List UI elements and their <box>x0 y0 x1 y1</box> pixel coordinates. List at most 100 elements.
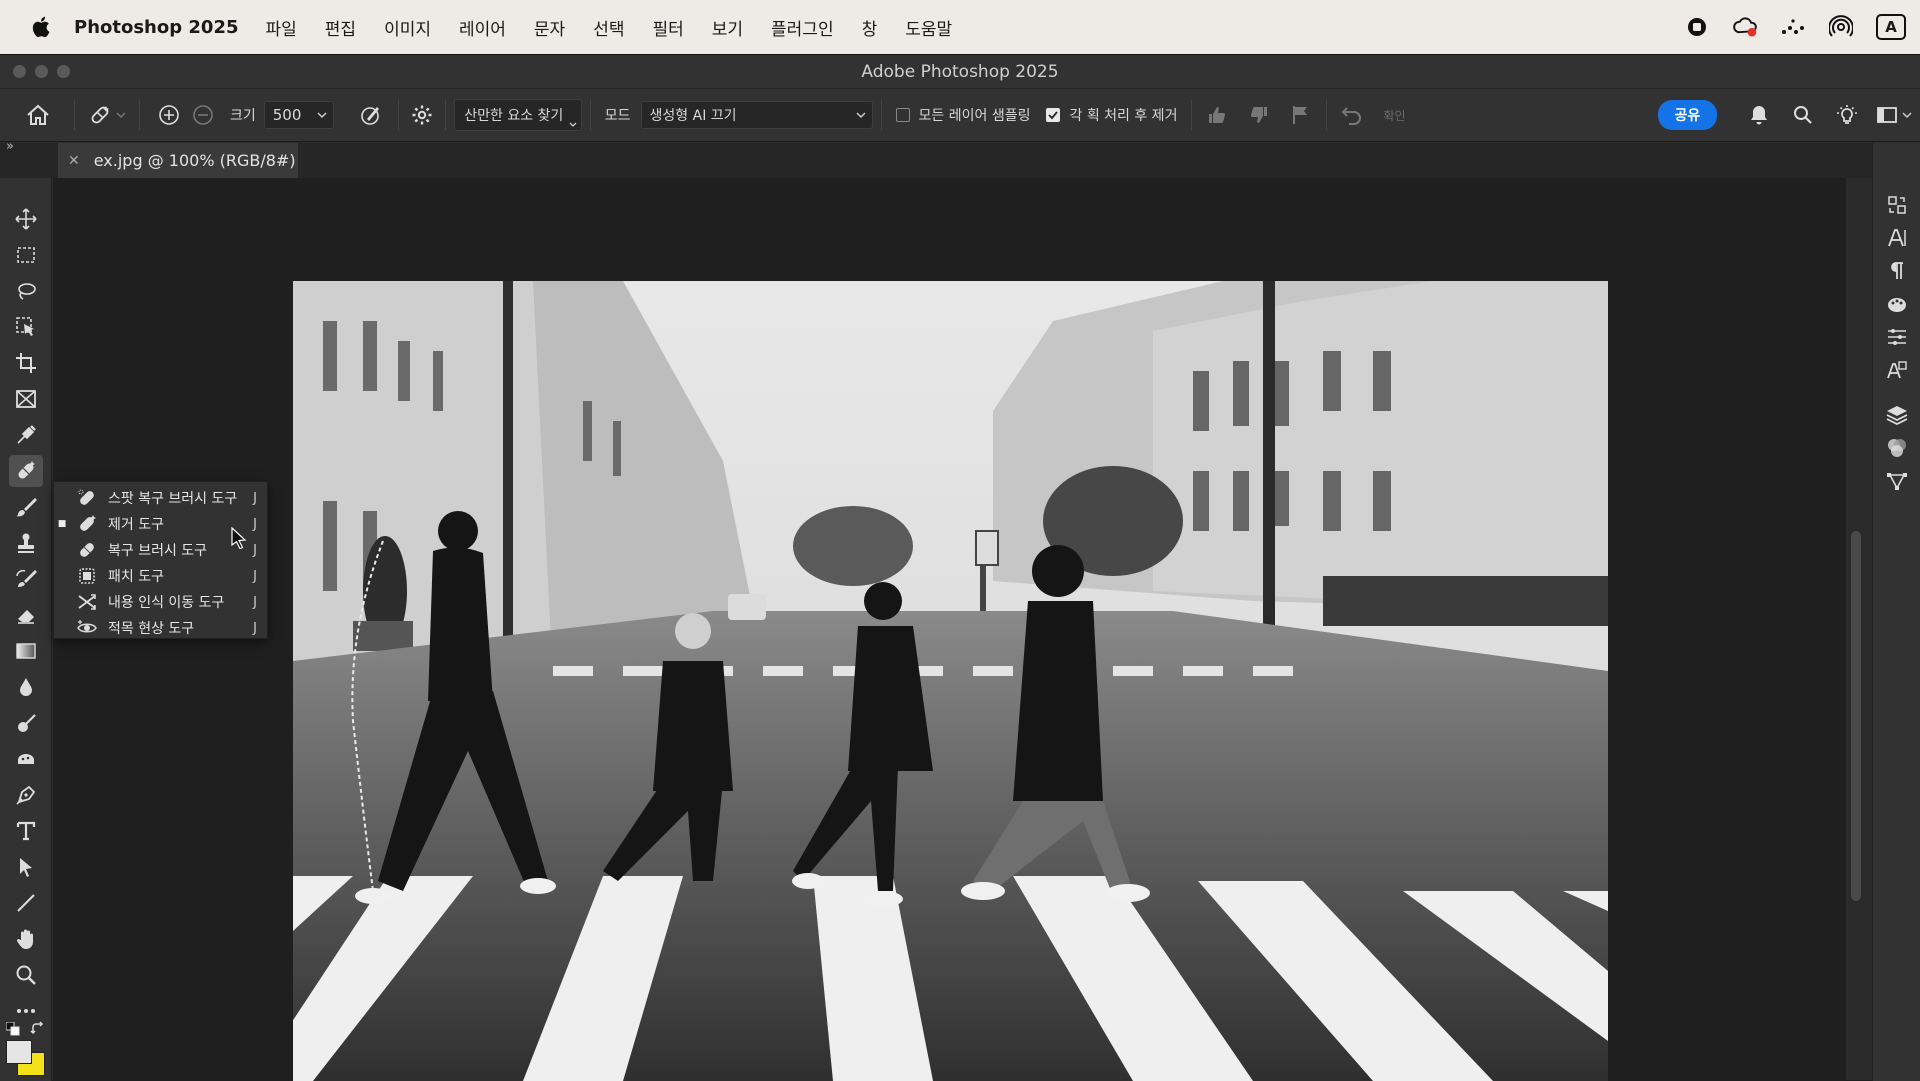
dodge-tool[interactable] <box>9 707 43 739</box>
pen-tool[interactable] <box>9 779 43 811</box>
creative-cloud-icon[interactable] <box>1732 14 1758 40</box>
menu-type[interactable]: 문자 <box>534 15 565 40</box>
zoom-window-button[interactable] <box>57 65 70 78</box>
marquee-tool[interactable] <box>9 239 43 271</box>
close-window-button[interactable] <box>13 65 26 78</box>
history-panel-icon[interactable] <box>1885 193 1909 217</box>
options-separator <box>589 100 591 130</box>
menu-select[interactable]: 선택 <box>593 15 624 40</box>
canvas-area[interactable] <box>53 178 1861 1081</box>
search-icon[interactable] <box>1787 100 1819 130</box>
default-colors-icon[interactable] <box>5 1021 20 1036</box>
chevron-down-icon <box>569 122 577 127</box>
zoom-tool[interactable] <box>9 959 43 991</box>
menu-filter[interactable]: 필터 <box>652 15 683 40</box>
lasso-tool[interactable] <box>9 275 43 307</box>
right-panel-dock <box>1872 143 1920 1081</box>
frame-tool[interactable] <box>9 383 43 415</box>
glyphs-panel-icon[interactable] <box>1885 358 1909 382</box>
flag-icon[interactable] <box>1284 100 1318 130</box>
menu-plugins[interactable]: 플러그인 <box>771 15 834 40</box>
lightbulb-icon[interactable] <box>1831 100 1863 130</box>
spot-healing-brush-icon <box>76 488 98 508</box>
options-separator <box>444 100 446 130</box>
eyedropper-tool[interactable] <box>9 419 43 451</box>
workspace-icon[interactable] <box>1873 100 1915 130</box>
clone-stamp-tool[interactable] <box>9 527 43 559</box>
sample-all-layers-checkbox[interactable] <box>895 108 910 122</box>
foreground-color-swatch[interactable] <box>6 1040 32 1064</box>
record-icon[interactable] <box>1684 14 1710 40</box>
minimize-window-button[interactable] <box>35 65 48 78</box>
line-tool[interactable] <box>9 887 43 919</box>
remove-tool[interactable] <box>9 455 43 487</box>
chevron-down-icon <box>856 112 866 119</box>
document-tab[interactable]: ✕ ex.jpg @ 100% (RGB/8#) <box>58 143 298 178</box>
character-panel-icon[interactable] <box>1885 226 1909 250</box>
eraser-tool[interactable] <box>9 599 43 631</box>
home-button[interactable] <box>24 101 52 129</box>
gear-icon[interactable] <box>407 100 437 130</box>
input-source-icon[interactable]: A <box>1876 14 1906 40</box>
swap-colors-icon[interactable] <box>30 1021 46 1037</box>
remove-after-stroke-checkbox[interactable] <box>1046 108 1061 122</box>
history-brush-tool[interactable] <box>9 563 43 595</box>
share-label: 공유 <box>1674 108 1701 124</box>
type-tool[interactable] <box>9 815 43 847</box>
flyout-item-spot-healing-brush[interactable]: 스팟 복구 브러시 도구 J <box>54 485 267 511</box>
flyout-item-patch-tool[interactable]: 패치 도구 J <box>54 563 267 589</box>
subtract-from-stroke-button[interactable] <box>188 100 218 130</box>
layers-panel-icon[interactable] <box>1885 403 1909 427</box>
menu-view[interactable]: 보기 <box>712 15 743 40</box>
menu-file[interactable]: 파일 <box>266 15 297 40</box>
channels-panel-icon[interactable] <box>1885 436 1909 460</box>
gradient-tool[interactable] <box>9 635 43 667</box>
move-tool[interactable] <box>9 203 43 235</box>
brush-size-field[interactable]: 500 <box>263 101 334 129</box>
color-panel-icon[interactable] <box>1885 292 1909 316</box>
close-tab-icon[interactable]: ✕ <box>68 153 80 169</box>
path-selection-tool[interactable] <box>9 851 43 883</box>
flyout-item-content-aware-move[interactable]: 내용 인식 이동 도구 J <box>54 589 267 615</box>
hand-tool[interactable] <box>9 923 43 955</box>
blur-tool[interactable] <box>9 671 43 703</box>
healing-brush-icon <box>76 540 98 560</box>
object-selection-tool[interactable] <box>9 311 43 343</box>
sample-all-layers-label: 모든 레이어 샘플링 <box>918 108 1031 124</box>
brush-tool[interactable] <box>9 491 43 523</box>
flyout-item-red-eye-tool[interactable]: 적목 현상 도구 J <box>54 615 267 641</box>
apple-icon[interactable] <box>26 13 54 41</box>
menu-image[interactable]: 이미지 <box>384 15 431 40</box>
remove-after-stroke-label: 각 획 처리 후 제거 <box>1069 108 1178 124</box>
menu-edit[interactable]: 편집 <box>325 15 356 40</box>
document-canvas-image[interactable] <box>293 281 1608 1081</box>
crop-tool[interactable] <box>9 347 43 379</box>
sponge-tool[interactable] <box>9 743 43 775</box>
thumbs-down-icon[interactable] <box>1242 100 1276 130</box>
red-eye-tool-icon <box>76 618 98 638</box>
mode-select[interactable]: 생성형 AI 끄기 <box>640 101 873 129</box>
dots-icon[interactable] <box>1780 14 1806 40</box>
tool-preset-picker[interactable] <box>83 100 131 130</box>
adjustments-panel-icon[interactable] <box>1885 325 1909 349</box>
mouse-pointer-icon <box>231 526 247 553</box>
pressure-size-icon[interactable] <box>356 100 386 130</box>
share-button[interactable]: 공유 <box>1657 100 1718 130</box>
paragraph-panel-icon[interactable] <box>1885 259 1909 283</box>
app-menu-title[interactable]: Photoshop 2025 <box>74 17 239 38</box>
find-distractions-button[interactable]: 산만한 요소 찾기 <box>453 99 582 131</box>
add-to-stroke-button[interactable] <box>154 100 184 130</box>
menu-layer[interactable]: 레이어 <box>459 15 506 40</box>
undo-icon[interactable] <box>1335 100 1369 130</box>
airdrop-icon[interactable] <box>1828 14 1854 40</box>
menu-help[interactable]: 도움말 <box>905 15 952 40</box>
expand-toolbar-icon[interactable]: » <box>6 139 14 154</box>
vertical-scrollbar[interactable] <box>1851 531 1861 901</box>
paths-panel-icon[interactable] <box>1885 469 1909 493</box>
chevron-down-icon <box>317 112 327 119</box>
bell-icon[interactable] <box>1743 100 1775 130</box>
menu-window[interactable]: 창 <box>862 15 878 40</box>
thumbs-up-icon[interactable] <box>1200 100 1234 130</box>
confirm-button[interactable]: 확인 <box>1383 107 1405 124</box>
options-separator <box>74 100 75 130</box>
